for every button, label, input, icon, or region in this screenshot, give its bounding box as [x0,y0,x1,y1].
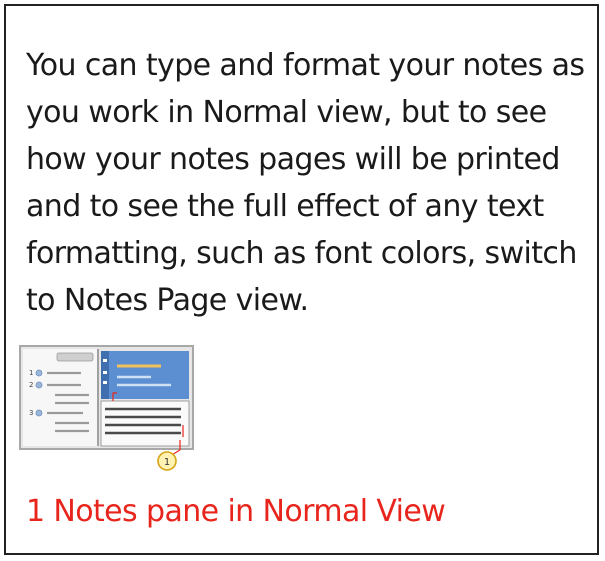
svg-text:1: 1 [29,369,33,377]
callout-bubble: 1 [157,440,181,471]
svg-text:2: 2 [29,381,33,389]
normal-view-notes-pane-icon: 1 2 3 [19,345,194,450]
slide-area [101,351,189,399]
caption-text: 1 Notes pane in Normal View [26,494,446,529]
normal-view-thumbnail-svg: 1 2 3 [23,349,190,447]
svg-text:3: 3 [29,409,33,417]
body-paragraph: You can type and format your notes as yo… [26,48,585,318]
content-frame: You can type and format your notes as yo… [4,4,599,555]
callout-number: 1 [164,457,170,468]
